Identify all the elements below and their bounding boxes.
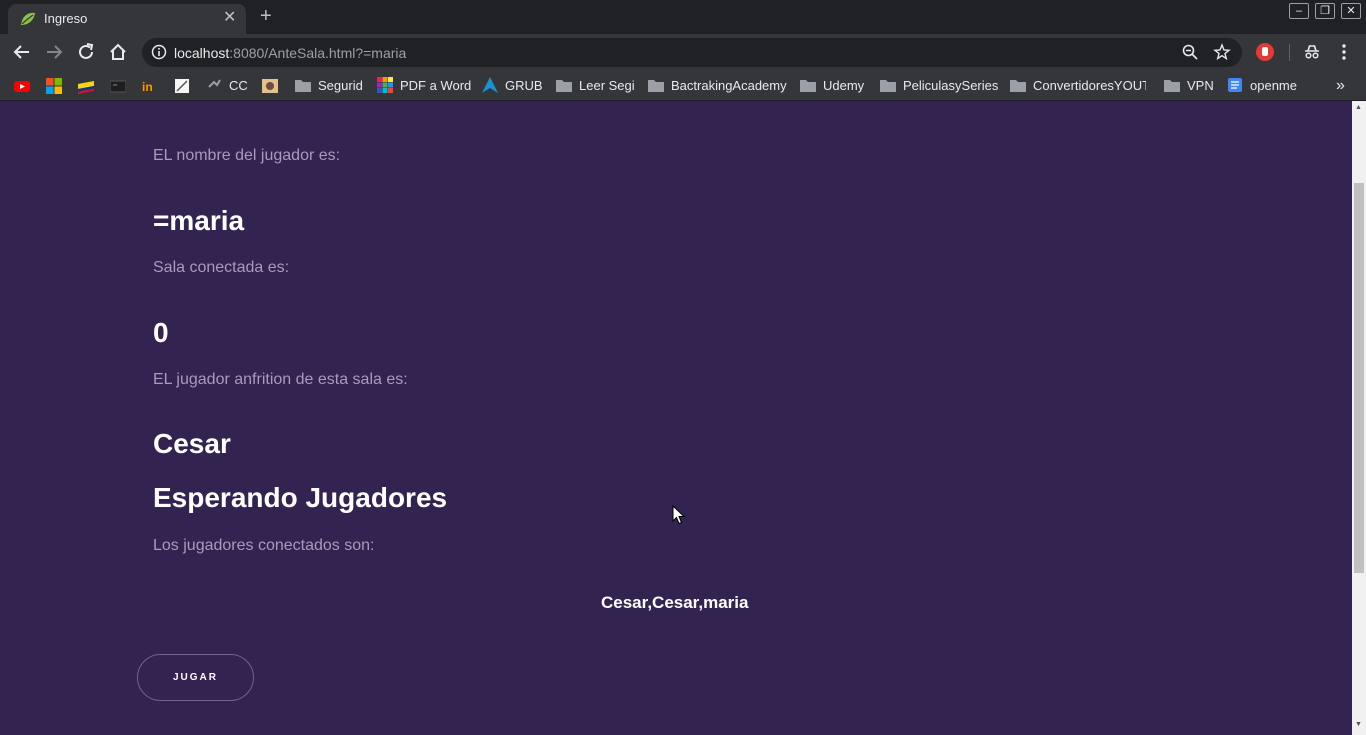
grid-color-icon [377,77,393,93]
bookmark-folder-peliculasyseries[interactable]: PeliculasySeries [880,77,998,95]
tab-ingreso[interactable]: Ingreso ✕ [8,4,246,34]
forward-arrow-icon[interactable] [43,41,65,63]
room-label: Sala conectada es: [153,259,290,276]
page-content: EL nombre del jugador es: =maria Sala co… [0,101,1352,735]
bookmark-pdf-a-word[interactable]: PDF a Word [377,77,471,95]
incognito-icon[interactable] [1302,42,1322,62]
toolbar-separator [1289,44,1290,61]
bookmark-folder-leer-segi[interactable]: Leer Segi [556,77,635,95]
folder-icon [800,80,816,92]
folder-icon [295,80,311,92]
microsoft-icon[interactable] [46,78,62,94]
room-number: 0 [153,317,169,348]
folder-icon [556,80,572,92]
player-name: =maria [153,205,245,236]
tab-title: Ingreso [44,11,88,26]
adblock-hand-icon[interactable] [1255,42,1275,62]
bookmark-cc[interactable]: CC [206,77,248,95]
colombia-flag-icon[interactable] [78,78,94,94]
scrollbar-thumb[interactable] [1354,183,1364,573]
spring-leaf-icon [21,12,35,25]
arch-icon [482,77,498,93]
waiting-heading: Esperando Jugadores [153,482,448,513]
link-icon [208,79,221,88]
bookmark-folder-bactraking-academy[interactable]: BactrakingAcademy [648,77,787,95]
svg-text:in: in [142,80,153,94]
more-menu-icon[interactable] [1334,42,1354,62]
notepad-icon[interactable] [174,78,190,94]
new-tab-button[interactable]: + [260,5,272,27]
player-label: EL nombre del jugador es: [153,147,341,164]
browser-toolbar: localhost:8080/AnteSala.html?=maria [0,34,1366,71]
folder-icon [1010,80,1026,92]
document-icon [1228,78,1242,92]
url-text[interactable]: localhost:8080/AnteSala.html?=maria [174,45,406,61]
minimize-button[interactable]: – [1289,3,1309,19]
bookmark-folder-segurid[interactable]: Segurid [295,77,363,95]
folder-icon [648,80,664,92]
host-name: Cesar [153,428,231,459]
youtube-icon[interactable] [14,78,30,94]
vertical-scrollbar[interactable]: ▲ ▼ [1352,101,1366,735]
more-bookmarks-chevron-icon[interactable]: » [1336,77,1345,95]
scroll-up-arrow-icon[interactable]: ▲ [1355,104,1362,111]
zoom-out-icon[interactable] [1181,43,1199,61]
close-window-button[interactable]: ✕ [1341,3,1361,19]
browser-titlebar: Ingreso ✕ + – ❐ ✕ [0,0,1366,34]
host-label: EL jugador anfrition de esta sala es: [153,371,408,388]
bookmark-folder-convertidores[interactable]: ConvertidoresYOUT [1010,77,1146,95]
bookmark-openme[interactable]: openme [1227,77,1297,95]
bookmark-grub[interactable]: GRUB [482,77,543,95]
address-bar[interactable]: localhost:8080/AnteSala.html?=maria [142,38,1242,67]
bookmark-folder-udemy[interactable]: Udemy [800,77,864,95]
folder-icon [880,80,896,92]
scroll-down-arrow-icon[interactable]: ▼ [1355,721,1362,728]
bookmarks-bar: in CC Segurid PDF a Word GRUB Leer Segi … [0,71,1366,101]
bookmark-star-icon[interactable] [1213,43,1231,61]
terminal-icon[interactable] [110,78,126,94]
mouse-cursor-icon [672,505,686,525]
invision-icon[interactable]: in [142,78,158,94]
restore-button[interactable]: ❐ [1315,3,1335,19]
back-arrow-icon[interactable] [11,41,33,63]
reload-icon[interactable] [75,41,97,63]
info-icon[interactable] [151,44,167,60]
photo-icon[interactable] [262,78,278,94]
home-icon[interactable] [107,41,129,63]
connected-players-list: Cesar,Cesar,maria [601,593,749,612]
folder-icon [1164,80,1180,92]
tab-close-icon[interactable]: ✕ [223,9,236,27]
connected-players-label: Los jugadores conectados son: [153,537,375,554]
bookmark-folder-vpn[interactable]: VPN [1164,77,1214,95]
play-button[interactable]: JUGAR [137,654,254,701]
